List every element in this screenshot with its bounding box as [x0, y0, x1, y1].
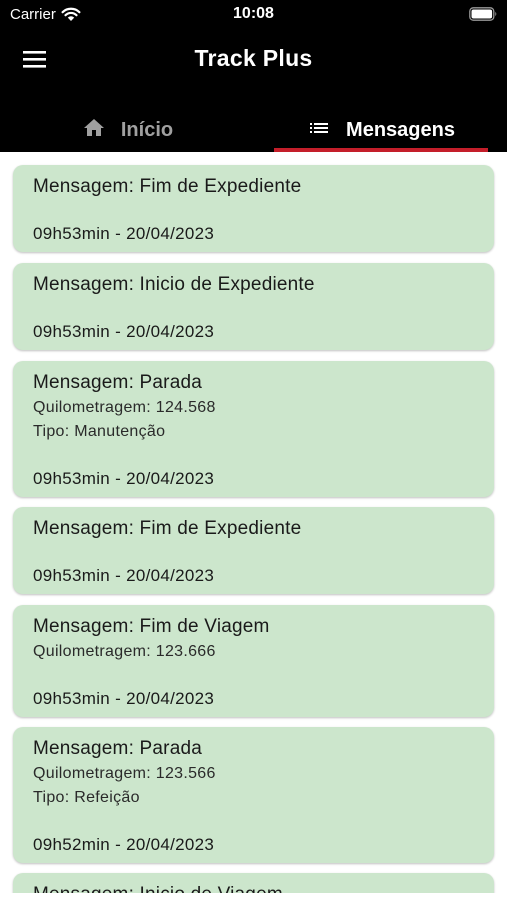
message-title: Mensagem: Parada	[33, 372, 203, 393]
tab-inicio[interactable]: Início	[0, 108, 254, 152]
message-card[interactable]: Mensagem: Parada Quilometragem: 124.568 …	[13, 361, 494, 497]
message-title: Mensagem: Inicio de Expediente	[33, 274, 315, 295]
list-icon	[306, 116, 332, 145]
bottom-edge	[0, 893, 507, 900]
message-card[interactable]: Mensagem: Fim de Expediente 09h53min - 2…	[13, 165, 494, 252]
message-type: Tipo: Manutenção	[33, 423, 166, 440]
tab-inicio-label: Início	[120, 118, 174, 141]
message-card[interactable]: Mensagem: Parada Quilometragem: 123.566 …	[13, 727, 494, 863]
message-title: Mensagem: Fim de Expediente	[33, 176, 302, 197]
message-type: Tipo: Refeição	[33, 789, 140, 806]
message-timestamp: 09h53min - 20/04/2023	[33, 322, 215, 341]
battery-icon	[469, 7, 498, 26]
message-title: Mensagem: Fim de Expediente	[33, 518, 302, 539]
message-card[interactable]: Mensagem: Inicio de Expediente 09h53min …	[13, 263, 494, 350]
message-timestamp: 09h53min - 20/04/2023	[33, 469, 215, 488]
message-card[interactable]: Mensagem: Fim de Expediente 09h53min - 2…	[13, 507, 494, 594]
message-title: Mensagem: Parada	[33, 738, 203, 759]
tab-mensagens-label: Mensagens	[346, 118, 455, 141]
tab-mensagens[interactable]: Mensagens	[254, 108, 507, 152]
status-time: 10:08	[233, 5, 274, 22]
message-card[interactable]: Mensagem: Fim de Viagem Quilometragem: 1…	[13, 605, 494, 717]
message-mileage: Quilometragem: 124.568	[33, 399, 216, 416]
status-bar: Carrier 10:08	[0, 0, 507, 28]
message-timestamp: 09h53min - 20/04/2023	[33, 224, 215, 243]
message-mileage: Quilometragem: 123.566	[33, 765, 216, 782]
message-card[interactable]: Mensagem: Inicio de Viagem	[13, 873, 494, 893]
message-title: Mensagem: Inicio de Viagem	[33, 884, 283, 893]
message-list[interactable]: Mensagem: Fim de Expediente 09h53min - 2…	[0, 152, 507, 893]
app-header: Carrier 10:08 Track Plus Início Mensagen…	[0, 0, 507, 152]
home-icon	[81, 116, 107, 145]
message-timestamp: 09h52min - 20/04/2023	[33, 835, 215, 854]
message-mileage: Quilometragem: 123.666	[33, 643, 216, 660]
message-timestamp: 09h53min - 20/04/2023	[33, 566, 215, 585]
message-timestamp: 09h53min - 20/04/2023	[33, 689, 215, 708]
message-title: Mensagem: Fim de Viagem	[33, 616, 270, 637]
app-title: Track Plus	[194, 45, 313, 71]
